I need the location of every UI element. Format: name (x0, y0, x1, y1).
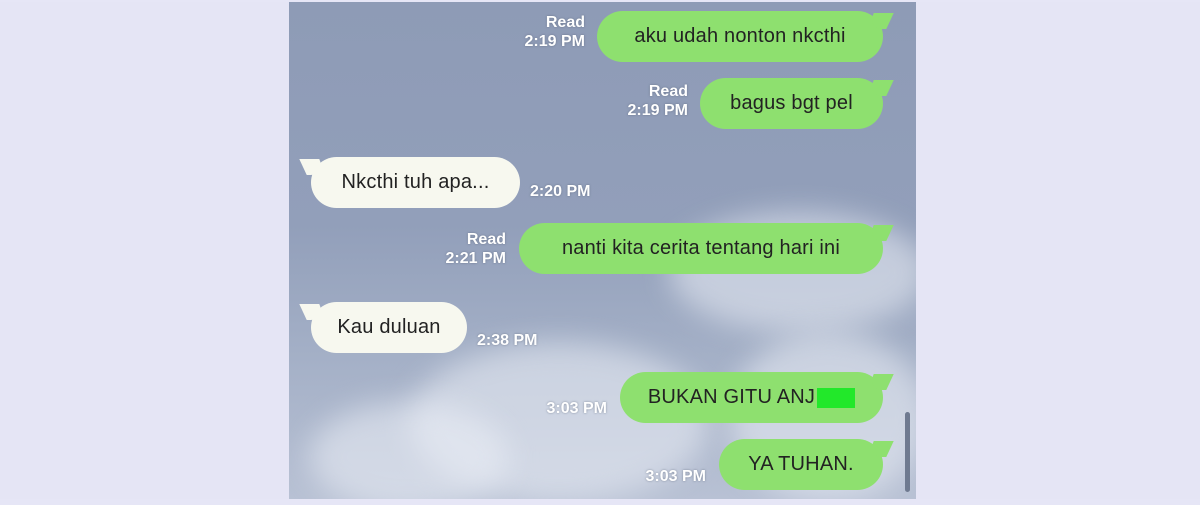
censor-block (817, 387, 856, 408)
message-text: nanti kita cerita tentang hari ini (561, 237, 841, 259)
scrollbar[interactable] (905, 412, 910, 492)
message-time: 2:19 PM (627, 102, 688, 119)
incoming-message-bubble[interactable]: Nkcthi tuh apa... (311, 157, 520, 208)
read-status: Read (466, 231, 506, 248)
message-meta: 3:03 PM (626, 467, 706, 486)
message-meta: Read 2:19 PM (505, 13, 585, 51)
message-meta: Read 2:21 PM (426, 230, 506, 268)
message-time: 2:19 PM (524, 33, 585, 50)
outgoing-message-bubble[interactable]: nanti kita cerita tentang hari ini (519, 223, 883, 274)
message-text: bagus bgt pel (730, 92, 853, 114)
message-time: 2:38 PM (477, 332, 538, 349)
message-time: 3:03 PM (546, 400, 607, 417)
message-text: Nkcthi tuh apa... (341, 171, 490, 193)
message-meta: 3:03 PM (527, 399, 607, 418)
message-text: YA TUHAN. (748, 453, 854, 475)
message-text: BUKAN GITU ANJ (647, 386, 816, 408)
outgoing-message-bubble[interactable]: BUKAN GITU ANJ (620, 372, 883, 423)
message-time: 2:21 PM (445, 250, 506, 267)
incoming-message-bubble[interactable]: Kau duluan (311, 302, 467, 353)
message-meta: Read 2:19 PM (608, 82, 688, 120)
message-meta: 2:38 PM (477, 331, 557, 350)
outgoing-message-bubble[interactable]: aku udah nonton nkcthi (597, 11, 883, 62)
message-time: 2:20 PM (530, 183, 591, 200)
outgoing-message-bubble[interactable]: YA TUHAN. (719, 439, 883, 490)
message-text: Kau duluan (337, 316, 441, 338)
read-status: Read (545, 14, 585, 31)
message-meta: 2:20 PM (530, 182, 610, 201)
message-time: 3:03 PM (645, 468, 706, 485)
outgoing-message-bubble[interactable]: bagus bgt pel (700, 78, 883, 129)
message-text: aku udah nonton nkcthi (634, 25, 846, 47)
read-status: Read (648, 83, 688, 100)
